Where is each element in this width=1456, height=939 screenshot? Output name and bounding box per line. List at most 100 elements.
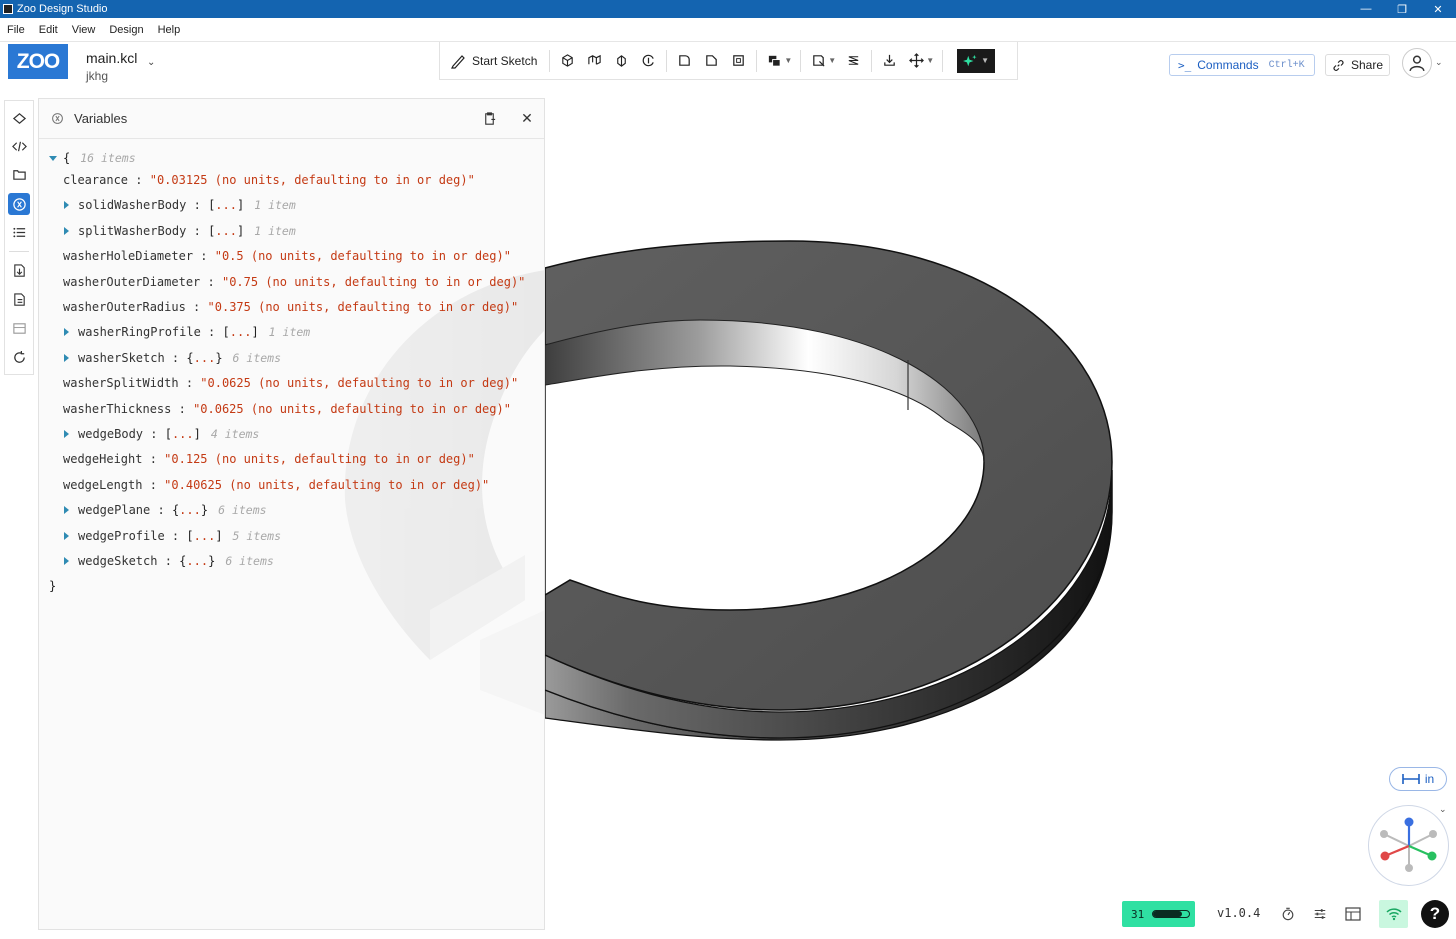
fillet-button[interactable]: [671, 47, 698, 75]
chevron-down-icon[interactable]: ⌄: [1435, 57, 1443, 68]
menu-file[interactable]: File: [0, 24, 32, 36]
variable-row[interactable]: washerRingProfile : [...] 1 item: [64, 323, 310, 341]
user-avatar[interactable]: [1402, 48, 1432, 78]
variables-pane-title: Variables: [74, 111, 128, 126]
revolve-button[interactable]: [635, 47, 662, 75]
helix-icon: [848, 56, 859, 65]
menu-edit[interactable]: Edit: [32, 24, 65, 36]
expand-triangle-icon[interactable]: [64, 430, 69, 438]
expand-triangle-icon[interactable]: [49, 155, 57, 161]
variable-value: [...]: [208, 198, 245, 213]
variable-row[interactable]: solidWasherBody : [...] 1 item: [64, 196, 296, 214]
expand-triangle-icon[interactable]: [64, 201, 69, 210]
share-button[interactable]: Share: [1325, 54, 1390, 76]
item-count: 6 items: [232, 350, 282, 365]
network-health-badge[interactable]: 31: [1122, 901, 1195, 927]
layout-button[interactable]: [1342, 903, 1364, 925]
tree-root-row[interactable]: {16 items: [49, 149, 136, 167]
variable-name: clearance: [63, 173, 129, 187]
loft-icon: [617, 55, 627, 67]
network-level-fill: [1153, 911, 1183, 917]
separator: :: [186, 223, 209, 238]
start-sketch-label: Start Sketch: [472, 53, 538, 68]
connection-status-button[interactable]: [1379, 900, 1408, 928]
loft-button[interactable]: [608, 47, 635, 75]
pencil-icon: [451, 54, 465, 69]
item-count: 6 items: [218, 503, 267, 518]
item-count: 1 item: [254, 223, 296, 238]
expand-triangle-icon[interactable]: [64, 506, 69, 515]
expand-triangle-icon[interactable]: [64, 353, 69, 362]
units-button[interactable]: in: [1389, 767, 1447, 791]
expand-triangle-icon[interactable]: [64, 531, 69, 540]
help-button[interactable]: ?: [1421, 900, 1449, 928]
chevron-down-icon[interactable]: ▼: [828, 56, 836, 65]
view-gizmo[interactable]: [1368, 805, 1449, 886]
commands-button[interactable]: >_ Commands Ctrl+K: [1169, 54, 1315, 76]
performance-button[interactable]: [1277, 903, 1299, 925]
expand-triangle-icon[interactable]: [64, 328, 69, 337]
chevron-down-icon[interactable]: ⌄: [147, 57, 155, 68]
variable-row: washerOuterRadius : "0.375 (no units, de…: [63, 298, 518, 316]
variable-name: washerSplitWidth: [63, 376, 179, 391]
expand-triangle-icon[interactable]: [64, 226, 69, 235]
expand-triangle-icon[interactable]: [64, 557, 69, 565]
close-pane-button[interactable]: ✕: [516, 108, 538, 130]
variable-value: {...}: [171, 503, 209, 518]
helix-button[interactable]: [840, 47, 867, 75]
toolbar-divider: [871, 49, 873, 72]
app-version[interactable]: v1.0.4: [1217, 906, 1260, 920]
variable-row[interactable]: splitWasherBody : [...] 1 item: [64, 222, 296, 240]
separator: :: [143, 427, 165, 441]
text-to-cad-button[interactable]: ▼: [957, 48, 996, 73]
chamfer-button[interactable]: [698, 47, 725, 75]
axis-gizmo-icon: [1380, 817, 1437, 872]
extrude-button[interactable]: [554, 47, 581, 75]
toolbar-divider: [942, 49, 944, 72]
item-count: 6 items: [225, 554, 274, 568]
variable-row[interactable]: washerSketch : {...} 6 items: [64, 349, 281, 367]
units-label: in: [1424, 772, 1435, 786]
terminal-icon: >_: [1178, 58, 1192, 72]
wifi-icon: [1385, 908, 1402, 921]
item-count: 5 items: [232, 528, 282, 543]
separator: :: [157, 554, 180, 568]
menu-view[interactable]: View: [65, 24, 103, 36]
restore-button[interactable]: ❐: [1384, 0, 1420, 18]
variable-row[interactable]: wedgeBody : [...] 4 items: [64, 425, 259, 443]
chevron-down-icon[interactable]: ▼: [926, 56, 934, 65]
app-window: Zoo Design Studio — ❐ ✕ File Edit View D…: [0, 0, 1456, 939]
variable-name: washerThickness: [63, 401, 172, 416]
fillet-icon: [679, 55, 691, 66]
start-sketch-button[interactable]: Start Sketch: [448, 47, 545, 75]
close-window-button[interactable]: ✕: [1420, 0, 1456, 18]
variable-value: "0.0625 (no units, defaulting to in or d…: [200, 376, 519, 391]
variable-row[interactable]: wedgePlane : {...} 6 items: [64, 501, 267, 519]
layout-icon: [1345, 907, 1361, 921]
zoo-logo[interactable]: ZOO: [8, 44, 68, 79]
variables-pane-header: Variables ✕: [39, 99, 544, 139]
menu-design[interactable]: Design: [102, 24, 150, 36]
settings-button[interactable]: [1309, 903, 1331, 925]
variable-value: [...]: [186, 528, 223, 543]
sparkle-icon: [963, 54, 977, 66]
copy-variables-button[interactable]: [478, 108, 500, 130]
variable-value: [...]: [222, 325, 259, 340]
chevron-down-icon[interactable]: ▼: [784, 56, 792, 65]
variable-row[interactable]: wedgeProfile : [...] 5 items: [64, 527, 281, 545]
variable-row: washerSplitWidth : "0.0625 (no units, de…: [63, 374, 518, 392]
menu-help[interactable]: Help: [151, 24, 188, 36]
shell-button[interactable]: [725, 47, 752, 75]
sweep-button[interactable]: [581, 47, 608, 75]
separator: :: [178, 376, 201, 391]
minimize-button[interactable]: —: [1348, 0, 1384, 18]
insert-button[interactable]: [876, 47, 903, 75]
file-name[interactable]: main.kcl: [86, 50, 137, 66]
variable-value: "0.03125 (no units, defaulting to in or …: [149, 173, 475, 187]
variable-value: "0.5 (no units, defaulting to in or deg)…: [214, 249, 511, 264]
variable-name: washerOuterRadius: [63, 300, 186, 314]
variable-name: wedgePlane: [78, 503, 151, 518]
variable-row[interactable]: wedgeSketch : {...} 6 items: [64, 552, 274, 570]
move-icon: [909, 53, 925, 68]
item-count: 4 items: [210, 427, 260, 441]
